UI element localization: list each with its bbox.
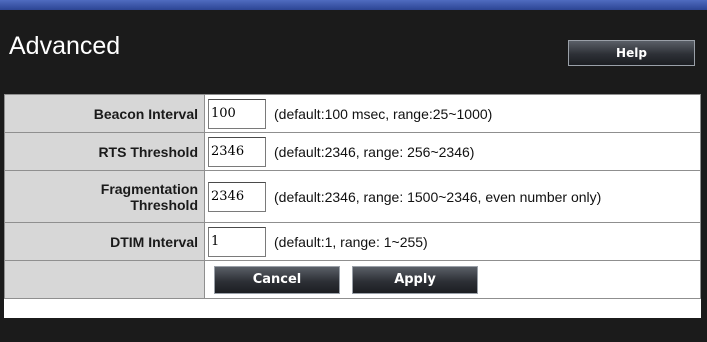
settings-table: Beacon Interval (default:100 msec, range… — [4, 94, 701, 299]
row-fragmentation-threshold: Fragmentation Threshold (default:2346, r… — [4, 170, 701, 223]
row-dtim-interval: DTIM Interval (default:1, range: 1~255) — [4, 222, 701, 261]
dtim-interval-input[interactable] — [208, 226, 266, 257]
beacon-interval-hint: (default:100 msec, range:25~1000) — [274, 105, 493, 122]
help-button[interactable]: Help — [568, 40, 695, 66]
actions-label-cell — [4, 260, 205, 299]
rts-threshold-label: RTS Threshold — [4, 132, 205, 171]
top-accent-band — [0, 0, 707, 10]
rts-threshold-input[interactable] — [208, 136, 266, 167]
row-actions: Cancel Apply — [4, 260, 701, 299]
bottom-band — [0, 318, 707, 342]
fragmentation-threshold-hint: (default:2346, range: 1500~2346, even nu… — [274, 188, 602, 205]
page-header: Advanced Help — [0, 10, 707, 85]
fragmentation-threshold-input[interactable] — [208, 181, 266, 212]
row-rts-threshold: RTS Threshold (default:2346, range: 256~… — [4, 132, 701, 171]
fragmentation-label-line2: Threshold — [130, 196, 198, 213]
rts-threshold-hint: (default:2346, range: 256~2346) — [274, 143, 475, 160]
beacon-interval-label: Beacon Interval — [4, 94, 205, 133]
dtim-interval-label: DTIM Interval — [4, 222, 205, 261]
cancel-button[interactable]: Cancel — [214, 265, 340, 294]
fragmentation-threshold-label: Fragmentation Threshold — [4, 170, 205, 223]
fragmentation-label-line1: Fragmentation — [100, 180, 198, 197]
settings-panel: Beacon Interval (default:100 msec, range… — [4, 94, 701, 318]
apply-button[interactable]: Apply — [352, 265, 478, 294]
beacon-interval-input[interactable] — [208, 98, 266, 129]
row-beacon-interval: Beacon Interval (default:100 msec, range… — [4, 94, 701, 133]
page-title: Advanced — [9, 32, 121, 60]
dtim-interval-hint: (default:1, range: 1~255) — [274, 233, 428, 250]
page-frame: Advanced Help Beacon Interval (default:1… — [0, 0, 707, 342]
